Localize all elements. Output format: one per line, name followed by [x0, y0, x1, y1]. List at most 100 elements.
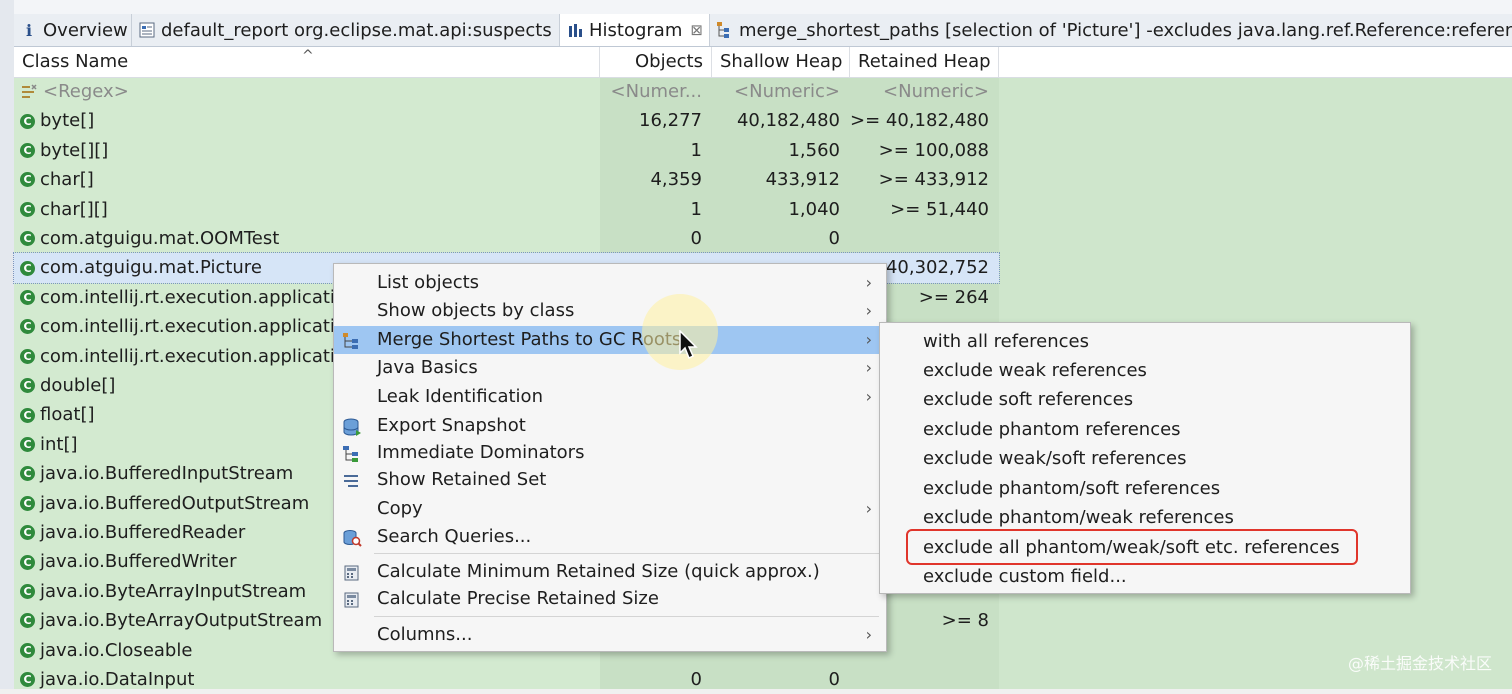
class-name-label: java.io.BufferedReader: [40, 522, 246, 543]
class-name-label: com.atguigu.mat.Picture: [40, 257, 262, 279]
tab-label: merge_shortest_paths [selection of 'Pict…: [739, 19, 1512, 41]
shallow-heap-cell: 40,182,480: [736, 110, 840, 132]
class-icon: C: [20, 201, 35, 217]
chevron-right-icon: ›: [865, 499, 872, 518]
retained-heap-cell: >= 100,088: [878, 139, 989, 161]
info-icon: i: [20, 21, 38, 39]
table-row[interactable]: Cchar[][] 1 1,040 >= 51,440: [14, 195, 1512, 224]
tab-overview[interactable]: i Overview: [14, 14, 132, 46]
retained-heap-cell: [850, 665, 999, 694]
tabbar-top: [14, 0, 1512, 14]
menu-item-show-objects-by-class[interactable]: Show objects by class ›: [334, 297, 886, 325]
class-icon: C: [20, 319, 35, 335]
table-row[interactable]: Cbyte[][] 1 1,560 >= 100,088: [14, 136, 1512, 165]
table-header: Class Name ^ Objects Shallow Heap Retain…: [14, 47, 1512, 78]
table-row[interactable]: Ccom.atguigu.mat.OOMTest 0 0: [14, 224, 1512, 253]
chevron-right-icon: ›: [865, 358, 872, 377]
class-icon: C: [20, 378, 35, 394]
tab-histogram[interactable]: Histogram ⊠: [560, 14, 710, 46]
shallow-heap-cell: 0: [828, 228, 840, 249]
menu-item-calc-precise-retained[interactable]: Calculate Precise Retained Size: [334, 585, 886, 613]
class-name-cell: Cbyte[]: [14, 106, 600, 135]
table-row[interactable]: Cchar[] 4,359 433,912 >= 433,912: [14, 165, 1512, 194]
menu-item-java-basics[interactable]: Java Basics ›: [334, 354, 886, 382]
menu-item-export-snapshot[interactable]: Export Snapshot: [334, 412, 886, 440]
retained-heap-cell: >= 51,440: [890, 198, 989, 220]
tab-label: default_report org.eclipse.mat.api:suspe…: [161, 19, 552, 41]
filter-row: <Regex> <Numer... <Numeric> <Numeric>: [14, 77, 1512, 106]
tab-default-report[interactable]: default_report org.eclipse.mat.api:suspe…: [132, 14, 560, 46]
column-header-objects[interactable]: Objects: [600, 47, 712, 77]
objects-cell: 1: [690, 198, 702, 220]
left-gutter: [0, 0, 15, 689]
dominator-tree-icon: [342, 444, 362, 462]
regex-filter[interactable]: <Regex>: [14, 77, 600, 106]
class-name-label: java.io.ByteArrayOutputStream: [40, 610, 323, 632]
objects-filter[interactable]: <Numer...: [600, 77, 712, 106]
menu-item-search-queries[interactable]: Search Queries...: [334, 523, 886, 551]
menu-item-immediate-dominators[interactable]: Immediate Dominators: [334, 439, 886, 467]
column-header-shallow-heap[interactable]: Shallow Heap: [712, 47, 850, 77]
class-name-label: java.io.ByteArrayInputStream: [40, 580, 307, 602]
shallow-heap-cell: 433,912: [765, 169, 840, 191]
class-icon: C: [20, 436, 35, 452]
table-row[interactable]: Cbyte[] 16,277 40,182,480 >= 40,182,480: [14, 106, 1512, 135]
submenu-item-exclude-custom-field[interactable]: exclude custom field...: [923, 562, 1127, 591]
class-icon: C: [20, 613, 35, 629]
menu-item-merge-shortest-paths[interactable]: Merge Shortest Paths to GC Roots ›: [334, 326, 886, 354]
tab-merge-shortest-paths[interactable]: merge_shortest_paths [selection of 'Pict…: [710, 14, 1512, 46]
class-icon: C: [20, 231, 35, 247]
submenu-item-exclude-soft[interactable]: exclude soft references: [923, 385, 1133, 414]
tab-label: Overview: [43, 19, 128, 41]
menu-separator: [374, 553, 879, 554]
class-icon: C: [20, 525, 35, 541]
menu-separator: [374, 616, 879, 617]
submenu-item-exclude-phantom-soft[interactable]: exclude phantom/soft references: [923, 474, 1220, 503]
class-name-cell: Ccom.atguigu.mat.OOMTest: [14, 224, 600, 253]
class-name-label: byte[]: [40, 110, 95, 132]
class-name-label: com.intellij.rt.execution.applicati: [40, 316, 335, 338]
menu-item-list-objects[interactable]: List objects ›: [334, 269, 886, 297]
class-name-label: float[]: [40, 404, 95, 426]
submenu-item-exclude-weak-soft[interactable]: exclude weak/soft references: [923, 444, 1186, 473]
shallow-filter[interactable]: <Numeric>: [712, 77, 850, 106]
tab-label: Histogram: [589, 19, 683, 41]
class-icon: C: [20, 672, 35, 688]
sort-caret-icon: ^: [302, 48, 314, 64]
column-header-retained-heap[interactable]: Retained Heap: [850, 47, 999, 77]
search-queries-icon: [342, 528, 362, 547]
class-icon: C: [20, 407, 35, 423]
retained-filter[interactable]: <Numeric>: [850, 77, 999, 106]
calculator-icon: [342, 563, 362, 581]
retained-heap-cell: >= 40,182,480: [850, 110, 989, 132]
column-header-class-name[interactable]: Class Name ^: [14, 47, 600, 77]
class-name-label: java.io.BufferedWriter: [40, 551, 237, 573]
shallow-heap-cell: 1,560: [788, 139, 840, 161]
menu-item-calc-min-retained[interactable]: Calculate Minimum Retained Size (quick a…: [334, 558, 886, 586]
class-name-label: java.io.BufferedOutputStream: [40, 492, 310, 514]
class-name-label: java.io.DataInput: [40, 669, 195, 690]
class-name-cell: Cchar[]: [14, 165, 600, 194]
class-icon: C: [20, 289, 35, 305]
submenu-item-exclude-weak[interactable]: exclude weak references: [923, 356, 1147, 385]
class-name-cell: Cjava.io.DataInput: [14, 665, 600, 694]
table-row[interactable]: Cjava.io.DataInput 0 0: [14, 665, 1512, 694]
chevron-right-icon: ›: [865, 273, 872, 292]
submenu-item-exclude-phantom-weak[interactable]: exclude phantom/weak references: [923, 503, 1234, 532]
objects-cell: 4,359: [650, 169, 702, 191]
close-icon[interactable]: ⊠: [690, 21, 703, 39]
database-icon: [342, 417, 362, 436]
class-icon: C: [20, 172, 35, 188]
class-icon: C: [20, 642, 35, 658]
class-name-label: com.intellij.rt.execution.applicati: [40, 286, 335, 308]
submenu-item-with-all-references[interactable]: with all references: [923, 327, 1089, 356]
chevron-right-icon: ›: [865, 625, 872, 644]
menu-item-show-retained-set[interactable]: Show Retained Set: [334, 466, 886, 494]
class-name-label: int[]: [40, 433, 78, 455]
chevron-right-icon: ›: [865, 301, 872, 320]
menu-item-leak-identification[interactable]: Leak Identification ›: [334, 383, 886, 411]
histogram-icon: [566, 21, 584, 39]
menu-item-columns[interactable]: Columns... ›: [334, 621, 886, 649]
submenu-item-exclude-phantom[interactable]: exclude phantom references: [923, 415, 1181, 444]
menu-item-copy[interactable]: Copy ›: [334, 495, 886, 523]
